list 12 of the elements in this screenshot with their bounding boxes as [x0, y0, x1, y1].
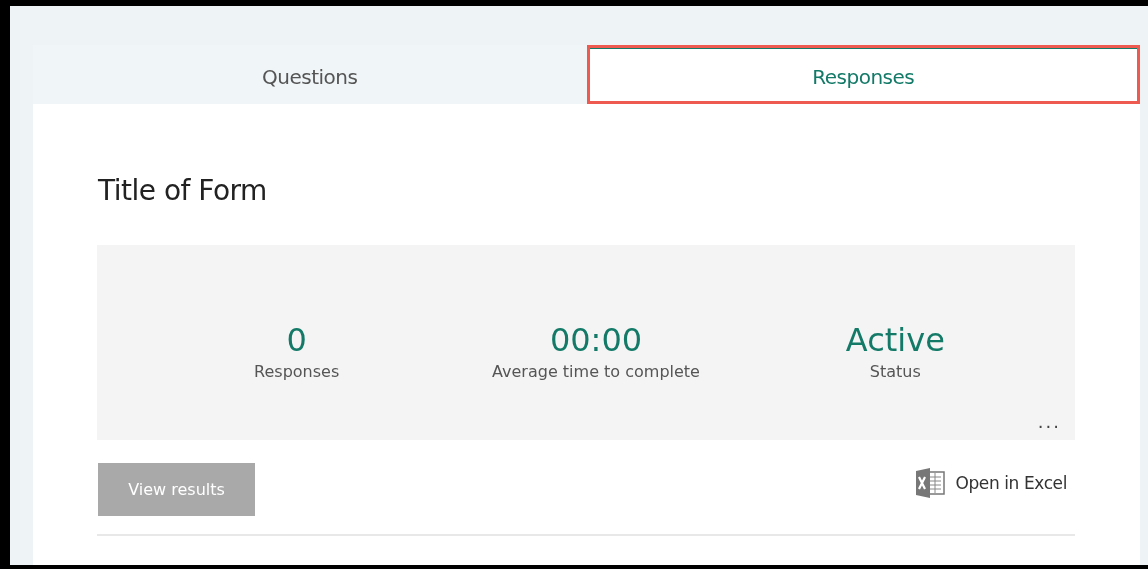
tab[interactable]: Responses: [586, 45, 1140, 104]
stat-label: Status: [869, 362, 921, 381]
tab[interactable]: Questions: [33, 45, 587, 104]
stat-label: Responses: [254, 362, 340, 381]
stat-value: 00:00: [549, 320, 643, 360]
spreadsheet-icon: [914, 467, 947, 498]
open-in-excel-link[interactable]: Open in Excel: [955, 472, 1067, 493]
stat-label: Average time to complete: [492, 362, 700, 381]
stat-value: 0: [286, 320, 307, 360]
form-title: Title of Form: [98, 174, 268, 207]
more-button[interactable]: ...: [1037, 411, 1061, 432]
stat-value: Active: [845, 320, 945, 360]
